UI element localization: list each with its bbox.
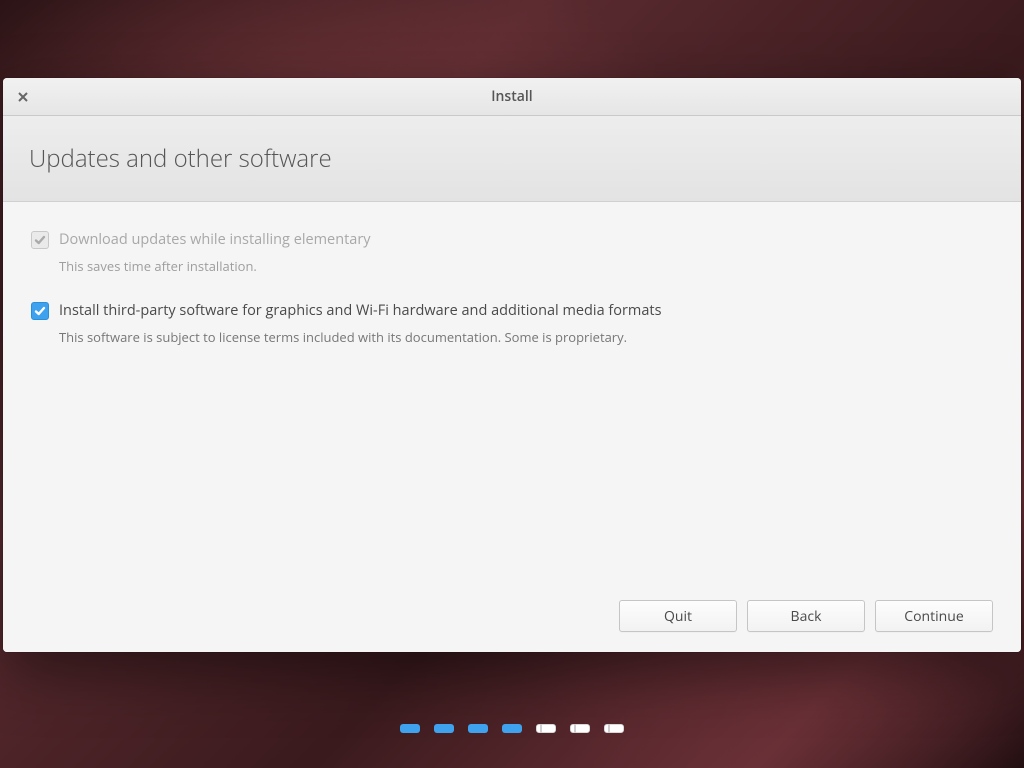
option-description: This software is subject to license term… <box>59 328 993 346</box>
content-area: Download updates while installing elemen… <box>3 202 1021 652</box>
page-header: Updates and other software <box>3 116 1021 202</box>
back-button[interactable]: Back <box>747 600 865 632</box>
quit-button[interactable]: Quit <box>619 600 737 632</box>
installer-window: Install Updates and other software Downl… <box>3 78 1021 652</box>
option-third-party: Install third-party software for graphic… <box>31 301 993 346</box>
checkmark-icon <box>34 234 46 246</box>
checkbox-third-party[interactable] <box>31 302 49 320</box>
option-download-updates: Download updates while installing elemen… <box>31 230 993 275</box>
window-title: Install <box>3 87 1021 106</box>
checkmark-icon <box>34 305 46 317</box>
button-row: Quit Back Continue <box>619 600 993 632</box>
close-icon <box>17 91 29 103</box>
option-label: Install third-party software for graphic… <box>59 301 661 320</box>
checkbox-download-updates <box>31 231 49 249</box>
page-title: Updates and other software <box>29 142 332 175</box>
option-description: This saves time after installation. <box>59 257 993 275</box>
option-label: Download updates while installing elemen… <box>59 230 371 249</box>
close-button[interactable] <box>9 83 37 111</box>
continue-button[interactable]: Continue <box>875 600 993 632</box>
titlebar: Install <box>3 78 1021 116</box>
